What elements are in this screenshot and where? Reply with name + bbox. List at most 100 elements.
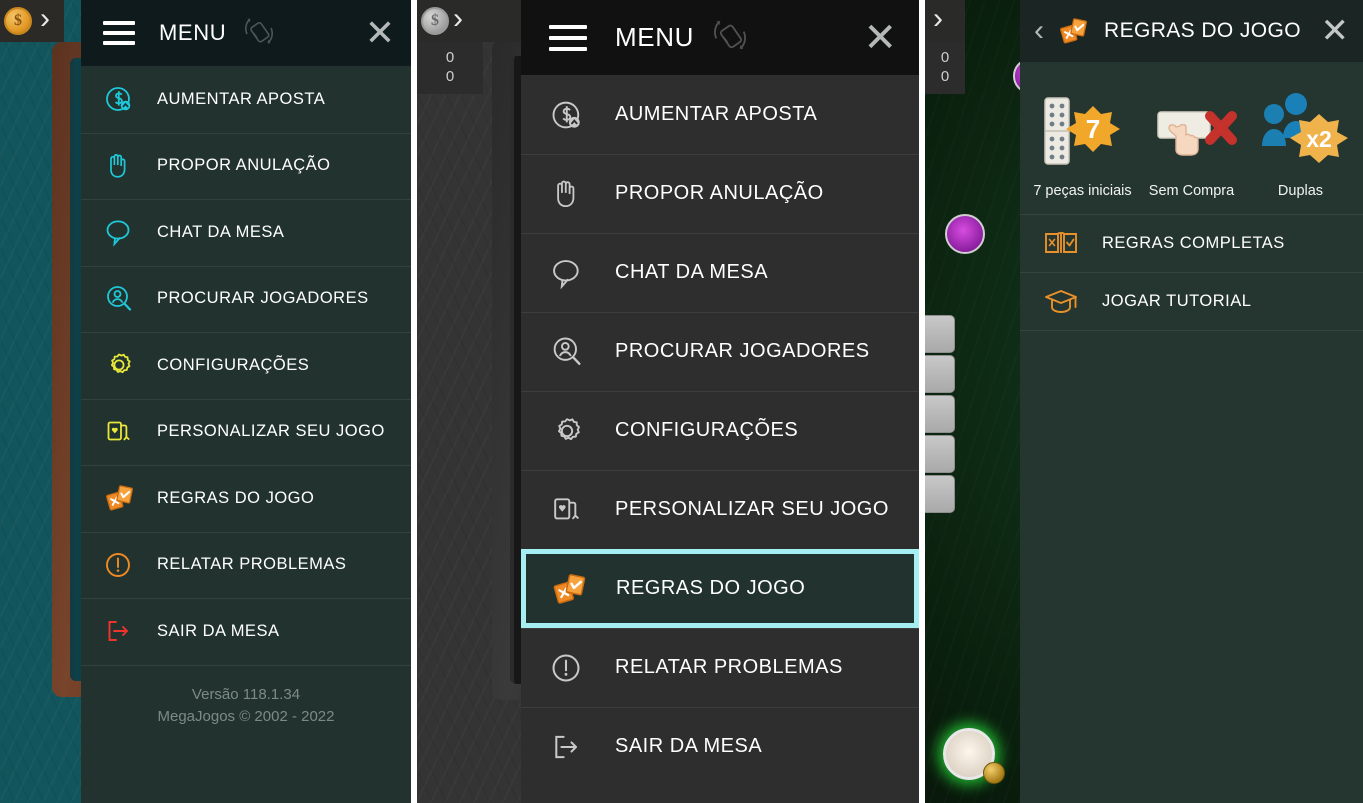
menu-item-label: PERSONALIZAR SEU JOGO [157,422,385,441]
cards-customize-icon [549,492,603,528]
panel-teal-menu: $ › MENU ✕ AUMENTAR APOSTA PROPOR ANULAÇ… [0,0,411,803]
menu-item-propor-anulacao[interactable]: PROPOR ANULAÇÃO [521,154,919,233]
menu-item-label: PROPOR ANULAÇÃO [157,156,331,175]
rotate-device-icon [706,11,754,64]
two-players-icon: x2 [1249,90,1353,176]
menu-item-procurar-jogadores[interactable]: PROCURAR JOGADORES [521,312,919,391]
rules-item-label: REGRAS COMPLETAS [1102,233,1285,252]
score-top: 0 [940,49,950,66]
money-increase-icon [549,97,603,133]
rules-item-label: JOGAR TUTORIAL [1102,291,1252,310]
alert-circle-icon [103,550,149,580]
rules-cards-icon [550,570,604,608]
menu-item-label: PERSONALIZAR SEU JOGO [615,498,889,520]
menu-item-label: RELATAR PROBLEMAS [157,555,347,574]
rules-badges: 7 7 peças iniciais Sem Compra x2 Duplas [1020,62,1363,214]
menu-title: MENU [615,22,694,52]
chat-bubble-icon [103,217,149,247]
back-icon[interactable]: ‹ [1034,16,1056,46]
menu-item-personalizar-seu-jogo[interactable]: PERSONALIZAR SEU JOGO [521,470,919,549]
chevron-right-icon[interactable]: › [929,4,951,38]
coin-icon: $ [4,7,32,35]
search-player-icon [103,283,149,315]
alert-circle-icon [549,651,603,685]
menu-item-chat-da-mesa[interactable]: CHAT DA MESA [81,199,411,266]
domino-tiles-icon: 7 [1031,90,1135,176]
badge-value: 7 [1085,114,1099,144]
badge-caption: Sem Compra [1148,183,1235,199]
menu-item-relatar-problemas[interactable]: RELATAR PROBLEMAS [81,531,411,599]
menu-header: MENU ✕ [521,0,919,75]
badge-caption: Duplas [1277,183,1324,199]
search-player-icon [549,334,603,370]
menu-item-relatar-problemas[interactable]: RELATAR PROBLEMAS [521,628,919,707]
menu-item-label: RELATAR PROBLEMAS [615,656,843,678]
currency-row[interactable]: $ › [417,0,527,42]
rules-badge: x2 Duplas [1249,90,1353,200]
menu-item-sair-da-mesa[interactable]: SAIR DA MESA [81,598,411,665]
chevron-right-icon[interactable]: › [449,4,471,38]
menu-item-label: AUMENTAR APOSTA [615,103,818,125]
menu-item-aumentar-aposta[interactable]: AUMENTAR APOSTA [521,75,919,154]
menu-item-sair-da-mesa[interactable]: SAIR DA MESA [521,707,919,786]
menu-item-propor-anulacao[interactable]: PROPOR ANULAÇÃO [81,132,411,200]
badge-caption: 7 peças iniciais [1033,183,1132,199]
rules-list-bottom-separator [1020,330,1363,331]
menu-item-regras-do-jogo[interactable]: REGRAS DO JOGO [521,549,919,628]
rotate-device-icon [238,10,280,57]
menu-title: MENU [159,20,227,45]
menu-item-procurar-jogadores[interactable]: PROCURAR JOGADORES [81,265,411,333]
coin-icon: $ [421,7,449,35]
hamburger-menu-icon[interactable] [549,24,587,51]
graduation-cap-icon [1042,285,1094,317]
menu-item-aumentar-aposta[interactable]: AUMENTAR APOSTA [81,66,411,133]
rules-item-jogar-tutorial[interactable]: JOGAR TUTORIAL [1020,272,1363,330]
rules-header: ‹ REGRAS DO JOGO ✕ [1020,0,1363,62]
domino-tile [925,475,955,513]
menu-item-personalizar-seu-jogo[interactable]: PERSONALIZAR SEU JOGO [81,398,411,466]
menu-item-label: CONFIGURAÇÕES [615,419,799,441]
rules-body: 7 7 peças iniciais Sem Compra x2 Duplas … [1020,62,1363,803]
cards-customize-icon [103,416,149,448]
currency-row[interactable]: › [925,0,965,42]
rules-cards-icon [103,482,149,514]
menu-item-chat-da-mesa[interactable]: CHAT DA MESA [521,233,919,312]
menu-item-configuracoes[interactable]: CONFIGURAÇÕES [81,332,411,399]
menu-item-label: SAIR DA MESA [157,621,280,640]
money-increase-icon [103,83,149,115]
score-box: 0 0 [417,42,483,94]
currency-hud[interactable]: $ › [0,0,64,42]
rules-items-list: REGRAS COMPLETAS JOGAR TUTORIAL [1020,214,1363,331]
open-book-icon [1042,227,1094,259]
menu-item-label: REGRAS DO JOGO [616,577,806,599]
hand-stop-icon [549,176,603,212]
close-icon[interactable]: ✕ [1321,14,1350,48]
rules-item-regras-completas[interactable]: REGRAS COMPLETAS [1020,214,1363,272]
gear-icon [103,349,149,381]
menu-item-regras-do-jogo[interactable]: REGRAS DO JOGO [81,465,411,532]
menu-item-label: CONFIGURAÇÕES [157,355,310,374]
rules-drawer: ‹ REGRAS DO JOGO ✕ 7 7 peças iniciais Se… [1020,0,1363,803]
no-draw-icon [1140,90,1244,176]
domino-tile [925,395,955,433]
rules-title: REGRAS DO JOGO [1104,19,1301,42]
menu-item-label: CHAT DA MESA [615,261,769,283]
chevron-right-icon[interactable]: › [36,4,58,38]
menu-items-list: AUMENTAR APOSTA PROPOR ANULAÇÃO CHAT DA … [81,66,411,803]
hamburger-menu-icon[interactable] [103,21,135,45]
menu-item-label: CHAT DA MESA [157,222,285,241]
menu-item-label: PROCURAR JOGADORES [157,289,369,308]
menu-header: MENU ✕ [81,0,411,66]
close-icon[interactable]: ✕ [365,15,395,51]
copyright-text: MegaJogos © 2002 - 2022 [157,707,335,725]
currency-hud: $ › 0 0 [417,0,527,94]
menu-item-configuracoes[interactable]: CONFIGURAÇÕES [521,391,919,470]
screenshot-root: $ › MENU ✕ AUMENTAR APOSTA PROPOR ANULAÇ… [0,0,1363,803]
coin-badge-icon [983,762,1005,784]
rules-cards-icon [1056,15,1092,47]
avatar[interactable] [945,214,985,254]
exit-door-icon [103,616,149,646]
score-top: 0 [445,49,455,66]
close-icon[interactable]: ✕ [863,18,897,58]
side-menu-teal: MENU ✕ AUMENTAR APOSTA PROPOR ANULAÇÃO C… [81,0,411,803]
